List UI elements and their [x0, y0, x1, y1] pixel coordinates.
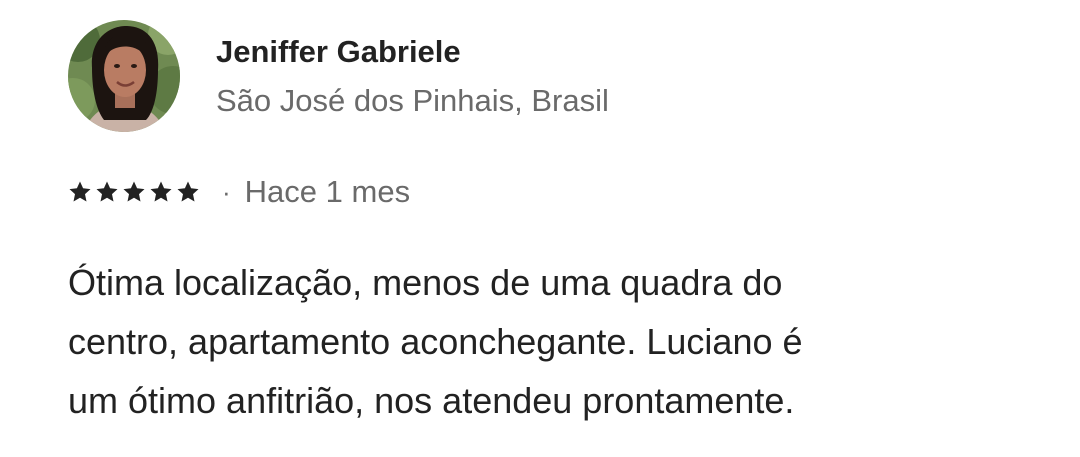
- review-text-line: centro, apartamento aconchegante. Lucian…: [68, 321, 803, 362]
- star-icon: [122, 180, 146, 204]
- review-date: Hace 1 mes: [244, 174, 411, 209]
- review-text-line: um ótimo anfitrião, nos atendeu prontame…: [68, 380, 795, 421]
- star-icon: [95, 180, 119, 204]
- star-icon: [176, 180, 200, 204]
- review-text-line: Ótima localização, menos de uma quadra d…: [68, 262, 783, 303]
- review-card: Jeniffer Gabriele São José dos Pinhais, …: [0, 0, 1080, 457]
- reviewer-name[interactable]: Jeniffer Gabriele: [216, 34, 461, 70]
- reviewer-avatar[interactable]: [68, 20, 180, 132]
- star-icon: [68, 180, 92, 204]
- star-rating: [68, 180, 200, 204]
- review-text: Ótima localização, menos de uma quadra d…: [68, 253, 1028, 430]
- rating-row: · Hace 1 mes: [68, 172, 410, 212]
- avatar-photo: [68, 20, 180, 132]
- reviewer-location: São José dos Pinhais, Brasil: [216, 83, 609, 118]
- star-icon: [149, 180, 173, 204]
- separator-dot: ·: [222, 176, 231, 207]
